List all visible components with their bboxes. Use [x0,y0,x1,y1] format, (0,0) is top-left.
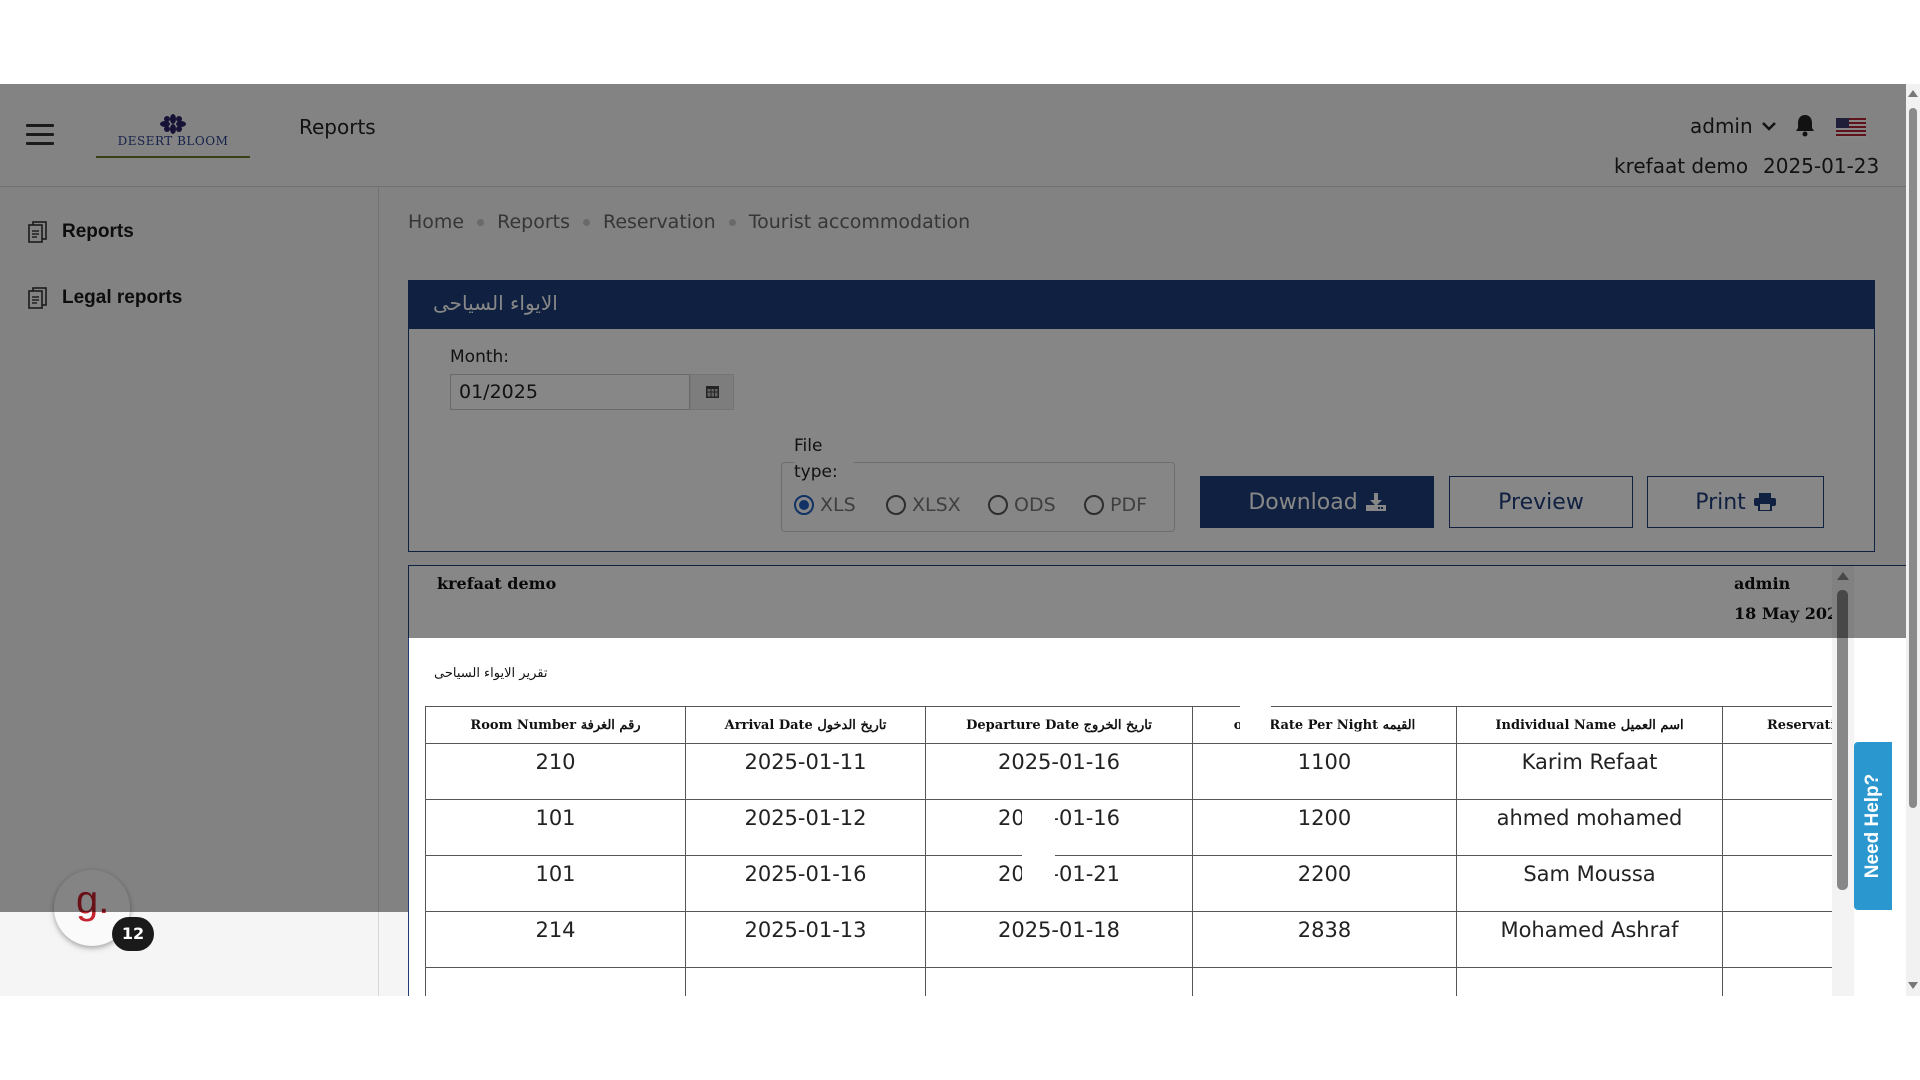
cell-name: Sam Moussa [1456,855,1723,912]
table-header-row: Room Number رقم الغرفة Arrival Date تاري… [425,706,1838,744]
report-table: Room Number رقم الغرفة Arrival Date تاري… [425,706,1838,996]
column-header-name: Individual Name اسم العميل [1456,706,1723,744]
cell-room: 214 [425,911,686,968]
cell-arrival [685,967,926,996]
cell-reservation [1721,911,1838,968]
need-help-label: Need Help? [1862,773,1883,879]
table-row [425,967,1838,996]
cell-name: ahmed mohamed [1456,799,1723,856]
cell-room: 101 [425,799,686,856]
scroll-down-arrow-icon[interactable] [1908,982,1918,989]
cell-departure: 2025-01-21 [925,855,1193,912]
column-header-rate: oom Rate Per Night القيمه [1192,706,1457,744]
need-help-button[interactable]: Need Help? [1854,742,1892,910]
cell-departure [925,967,1193,996]
tooltip-overlay [1022,808,1055,886]
cell-room [425,967,686,996]
scroll-thumb[interactable] [1909,108,1917,808]
table-row: 210 2025-01-11 2025-01-16 1100 Karim Ref… [425,743,1838,800]
table-row: 101 2025-01-16 2025-01-21 2200 Sam Mouss… [425,855,1838,912]
cell-name: Karim Refaat [1456,743,1723,800]
dim-overlay-sidebar [0,638,408,912]
report-subtitle: تقرير الايواء السياحى [434,666,548,681]
table-row: 101 2025-01-12 2025-01-16 1200 ahmed moh… [425,799,1838,856]
cell-rate: 2200 [1192,855,1457,912]
cell-rate: 1200 [1192,799,1457,856]
page-scrollbar[interactable] [1906,84,1920,996]
cell-rate [1192,967,1457,996]
tooltip-overlay [1240,691,1271,731]
cell-name [1456,967,1723,996]
cell-room: 210 [425,743,686,800]
column-header-reservation: Reservati [1721,706,1838,744]
table-row: 214 2025-01-13 2025-01-18 2838 Mohamed A… [425,911,1838,968]
cell-rate: 2838 [1192,911,1457,968]
cell-name: Mohamed Ashraf [1456,911,1723,968]
cell-arrival: 2025-01-12 [685,799,926,856]
cell-arrival: 2025-01-13 [685,911,926,968]
cell-rate: 1100 [1192,743,1457,800]
cell-reservation [1721,855,1838,912]
column-header-arrival: Arrival Date تاريخ الدخول [685,706,926,744]
cell-arrival: 2025-01-11 [685,743,926,800]
cell-reservation [1721,743,1838,800]
cell-reservation [1721,967,1838,996]
cell-departure: 2025-01-16 [925,743,1193,800]
notification-count: 12 [112,917,154,951]
cell-departure: 2025-01-16 [925,799,1193,856]
column-header-room: Room Number رقم الغرفة [425,706,686,744]
cell-arrival: 2025-01-16 [685,855,926,912]
cell-reservation [1721,799,1838,856]
column-header-departure: Departure Date تاريخ الخروج [925,706,1193,744]
scroll-up-arrow-icon[interactable] [1908,90,1918,97]
dim-overlay [0,84,1906,638]
cell-room: 101 [425,855,686,912]
cell-departure: 2025-01-18 [925,911,1193,968]
